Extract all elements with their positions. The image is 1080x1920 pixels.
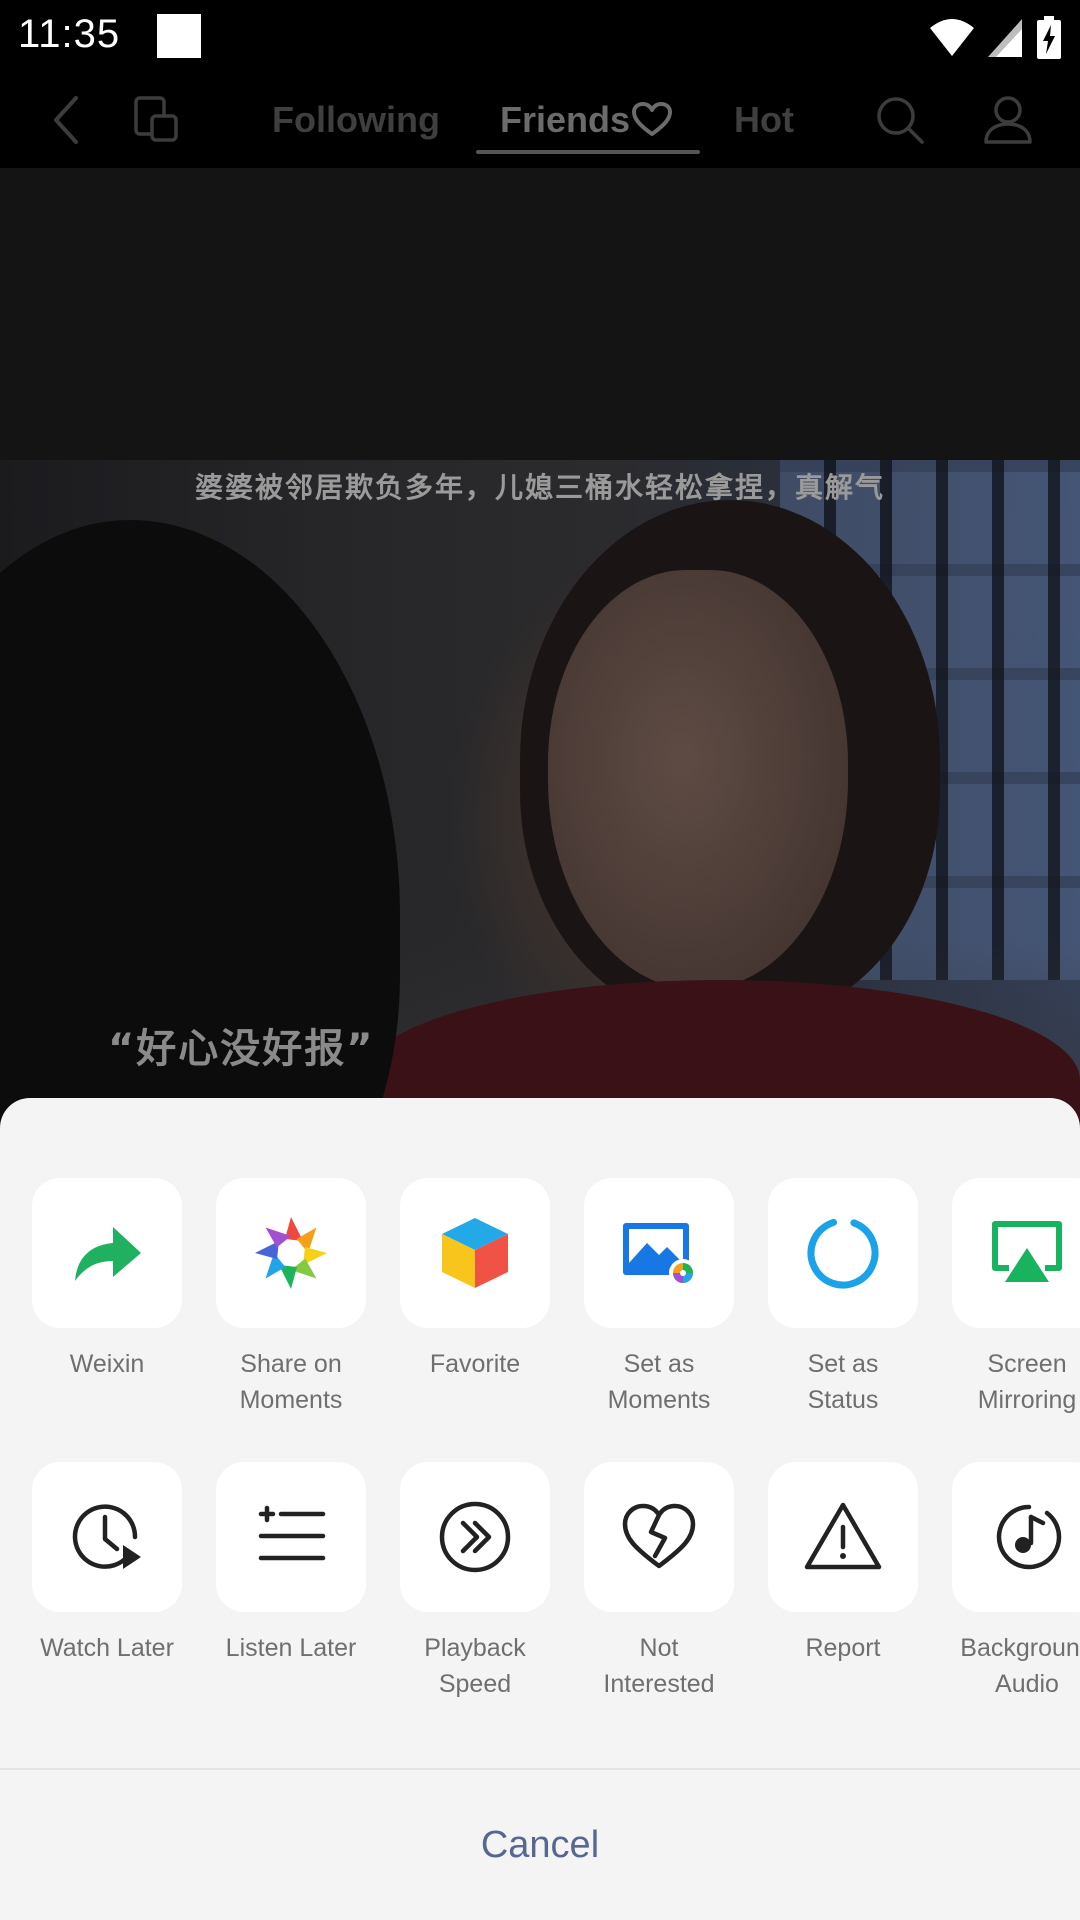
back-button[interactable] <box>34 88 98 152</box>
listen-later-label: Listen Later <box>225 1634 357 1662</box>
person-icon <box>984 96 1032 144</box>
status-bar: 11:35 <box>0 0 1080 78</box>
share-arrow-icon <box>75 1227 141 1281</box>
background-audio-label: Background Audio <box>960 1634 1080 1698</box>
active-tab-indicator <box>476 150 700 154</box>
report-button[interactable]: Report <box>736 1462 920 1666</box>
share-moments-button[interactable]: Share on Moments <box>184 1178 368 1418</box>
notification-square-icon <box>157 14 201 58</box>
background-audio-icon <box>996 1504 1062 1570</box>
favorite-button[interactable]: Favorite <box>368 1178 552 1382</box>
not-interested-label: Not Interested <box>603 1634 715 1698</box>
chevron-left-icon <box>54 96 78 144</box>
video-letterbox <box>0 168 1080 460</box>
set-as-moments-tile <box>584 1178 734 1328</box>
set-as-status-label: Set as Status <box>807 1350 879 1414</box>
share-sheet: Weixin Share on Moments Favorite Set as … <box>0 1098 1080 1920</box>
tab-following-label: Following <box>272 99 440 140</box>
moments-aperture-icon <box>255 1217 327 1289</box>
battery-charging-icon <box>1037 16 1061 59</box>
status-time: 11:35 <box>18 12 121 56</box>
share-weixin-button[interactable]: Weixin <box>0 1178 184 1382</box>
listen-later-tile <box>216 1462 366 1612</box>
cancel-button[interactable]: Cancel <box>0 1770 1080 1920</box>
heart-outline-icon <box>632 102 673 136</box>
tab-hot-label: Hot <box>734 99 794 140</box>
search-button[interactable] <box>868 88 932 152</box>
playback-speed-icon <box>439 1501 511 1573</box>
video-person-face <box>548 570 848 990</box>
screen: 11:35 Following Friends Hot 婆婆被邻居欺负多年，儿媳… <box>0 0 1080 1920</box>
watch-later-label: Watch Later <box>40 1634 174 1662</box>
favorite-cube-icon <box>442 1218 508 1288</box>
video-subtitle-top: 婆婆被邻居欺负多年，儿媳三桶水轻松拿捏，真解气 <box>194 471 885 504</box>
wifi-icon <box>930 19 974 56</box>
listen-later-icon <box>258 1505 326 1561</box>
tab-following[interactable]: Following <box>272 90 440 150</box>
status-icons <box>930 16 1062 60</box>
share-row-primary: Weixin Share on Moments Favorite Set as … <box>0 1178 1080 1438</box>
report-tile <box>768 1462 918 1612</box>
video-subtitle-bottom: “好心没好报” <box>108 1026 375 1072</box>
background-audio-button[interactable]: Background Audio <box>920 1462 1080 1702</box>
share-weixin-tile <box>32 1178 182 1328</box>
playback-speed-tile <box>400 1462 550 1612</box>
report-label: Report <box>805 1634 881 1662</box>
multi-screen-icon <box>134 96 178 142</box>
set-as-moments-label: Set as Moments <box>607 1350 711 1414</box>
broken-heart-icon <box>622 1503 696 1569</box>
screen-mirroring-label: Screen Mirroring <box>977 1350 1077 1414</box>
favorite-tile <box>400 1178 550 1328</box>
screen-mirroring-tile <box>952 1178 1080 1328</box>
tab-hot[interactable]: Hot <box>734 90 794 150</box>
set-as-moments-button[interactable]: Set as Moments <box>552 1178 736 1418</box>
search-icon <box>877 97 924 144</box>
not-interested-button[interactable]: Not Interested <box>552 1462 736 1702</box>
share-row-actions: Watch Later Listen Later Playback Speed … <box>0 1462 1080 1722</box>
set-as-status-tile <box>768 1178 918 1328</box>
listen-later-button[interactable]: Listen Later <box>184 1462 368 1666</box>
watch-later-icon <box>72 1504 141 1569</box>
set-as-status-button[interactable]: Set as Status <box>736 1178 920 1418</box>
cell-signal-icon <box>988 19 1022 57</box>
share-moments-tile <box>216 1178 366 1328</box>
profile-button[interactable] <box>976 88 1040 152</box>
watch-later-button[interactable]: Watch Later <box>0 1462 184 1666</box>
tab-friends[interactable]: Friends <box>500 90 673 150</box>
multi-screen-button[interactable] <box>124 88 188 152</box>
image-moments-icon <box>623 1223 697 1287</box>
screen-mirroring-button[interactable]: Screen Mirroring <box>920 1178 1080 1418</box>
favorite-label: Favorite <box>429 1350 521 1378</box>
not-interested-tile <box>584 1462 734 1612</box>
top-navigation: Following Friends Hot <box>0 78 1080 168</box>
share-weixin-label: Weixin <box>69 1350 145 1378</box>
background-audio-tile <box>952 1462 1080 1612</box>
status-ring-icon <box>807 1217 879 1289</box>
tab-friends-label: Friends <box>500 99 631 140</box>
warning-triangle-icon <box>804 1502 882 1570</box>
screen-mirroring-icon <box>992 1221 1062 1282</box>
playback-speed-label: Playback Speed <box>424 1634 526 1698</box>
playback-speed-button[interactable]: Playback Speed <box>368 1462 552 1702</box>
share-moments-label: Share on Moments <box>239 1350 343 1414</box>
watch-later-tile <box>32 1462 182 1612</box>
